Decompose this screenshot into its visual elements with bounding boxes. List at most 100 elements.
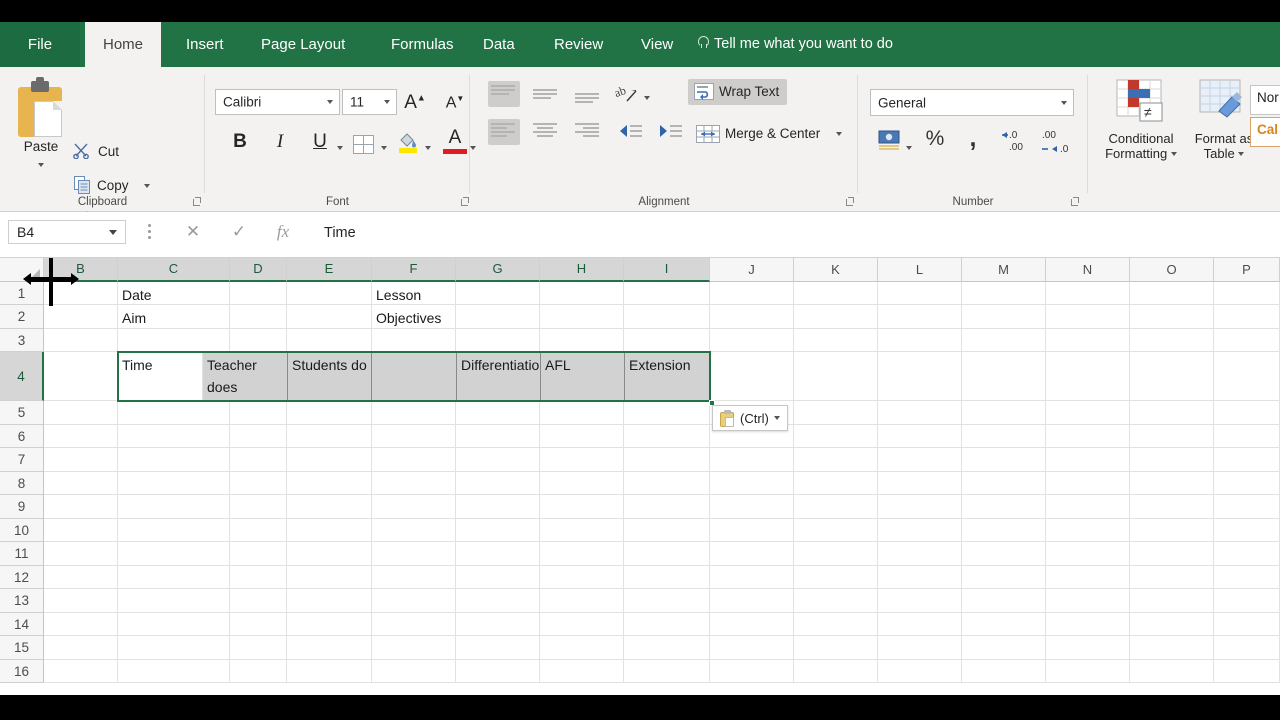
row-header-16[interactable]: 16 bbox=[0, 660, 44, 683]
grid-cell[interactable] bbox=[624, 472, 710, 495]
tell-me-search[interactable]: Tell me what you want to do bbox=[697, 22, 893, 67]
grid-cell[interactable] bbox=[624, 589, 710, 613]
align-left-button[interactable] bbox=[488, 119, 520, 145]
grid-cell[interactable] bbox=[287, 566, 372, 589]
font-color-icon[interactable]: A bbox=[443, 127, 467, 149]
grid-cell[interactable] bbox=[962, 305, 1046, 329]
grid-cell[interactable] bbox=[540, 542, 624, 566]
underline-button[interactable]: U bbox=[309, 131, 331, 153]
grid-cell[interactable] bbox=[456, 566, 540, 589]
grid-cell[interactable] bbox=[710, 660, 794, 683]
grid-cell[interactable] bbox=[878, 329, 962, 352]
grid-cell[interactable] bbox=[794, 472, 878, 495]
grid-cell[interactable] bbox=[287, 472, 372, 495]
grid-cell[interactable] bbox=[1214, 495, 1280, 519]
percent-style-button[interactable]: % bbox=[922, 127, 948, 151]
grid-cell[interactable] bbox=[1046, 425, 1130, 448]
cell-F1[interactable]: Lesson bbox=[372, 282, 456, 305]
grid-cell[interactable] bbox=[1046, 660, 1130, 683]
tab-data[interactable]: Data bbox=[467, 22, 531, 67]
clipboard-dialog-launcher[interactable] bbox=[192, 197, 202, 207]
grid-cell[interactable] bbox=[230, 542, 287, 566]
grid-cell[interactable] bbox=[624, 660, 710, 683]
grid-cell[interactable] bbox=[118, 519, 230, 542]
row-header-13[interactable]: 13 bbox=[0, 589, 44, 613]
tab-file[interactable]: File bbox=[0, 22, 80, 67]
column-header-i[interactable]: I bbox=[624, 258, 710, 282]
number-dialog-launcher[interactable] bbox=[1070, 197, 1080, 207]
grid-cell[interactable] bbox=[287, 401, 372, 425]
grid-cell[interactable] bbox=[1214, 660, 1280, 683]
grid-cell[interactable] bbox=[118, 401, 230, 425]
row-header-11[interactable]: 11 bbox=[0, 542, 44, 566]
grid-cell[interactable] bbox=[794, 660, 878, 683]
grid-cell[interactable] bbox=[710, 448, 794, 472]
grid-cell[interactable] bbox=[962, 472, 1046, 495]
grid-cell[interactable] bbox=[230, 425, 287, 448]
increase-font-size-button[interactable]: A▲ bbox=[403, 92, 427, 114]
grid-cell[interactable] bbox=[372, 613, 456, 636]
row-header-4[interactable]: 4 bbox=[0, 352, 44, 401]
grid-cell[interactable] bbox=[456, 448, 540, 472]
grid-cell[interactable] bbox=[372, 329, 456, 352]
grid-cell[interactable] bbox=[624, 519, 710, 542]
grid-cell[interactable] bbox=[456, 495, 540, 519]
font-size-combo[interactable]: 11 bbox=[342, 89, 397, 115]
font-family-combo[interactable]: Calibri bbox=[215, 89, 340, 115]
grid-cell[interactable] bbox=[794, 329, 878, 352]
copy-dropdown-caret[interactable] bbox=[144, 178, 150, 193]
grid-cell[interactable] bbox=[372, 401, 456, 425]
grid-cell[interactable] bbox=[540, 495, 624, 519]
grid-cell[interactable] bbox=[624, 495, 710, 519]
grid-cell[interactable] bbox=[372, 566, 456, 589]
grid-cell[interactable] bbox=[456, 519, 540, 542]
worksheet-grid[interactable]: BCDEFGHIJKLMNOP 12345678910111213141516 … bbox=[0, 258, 1280, 695]
column-header-h[interactable]: H bbox=[540, 258, 624, 282]
row-header-9[interactable]: 9 bbox=[0, 495, 44, 519]
font-color-dropdown-caret[interactable] bbox=[470, 139, 484, 157]
grid-cell[interactable] bbox=[1130, 660, 1214, 683]
row-header-10[interactable]: 10 bbox=[0, 519, 44, 542]
grid-cell[interactable] bbox=[44, 566, 118, 589]
grid-cell[interactable] bbox=[44, 519, 118, 542]
grid-cell[interactable] bbox=[1130, 401, 1214, 425]
alignment-dialog-launcher[interactable] bbox=[845, 197, 855, 207]
grid-cell[interactable] bbox=[540, 425, 624, 448]
grid-cell[interactable] bbox=[710, 329, 794, 352]
column-header-o[interactable]: O bbox=[1130, 258, 1214, 282]
fill-color-icon[interactable] bbox=[397, 131, 419, 155]
grid-cell[interactable] bbox=[230, 566, 287, 589]
row-header-8[interactable]: 8 bbox=[0, 472, 44, 495]
row-header-1[interactable]: 1 bbox=[0, 282, 44, 305]
grid-cell[interactable] bbox=[287, 542, 372, 566]
grid-cell[interactable] bbox=[1046, 636, 1130, 660]
grid-cell[interactable] bbox=[456, 329, 540, 352]
grid-cell[interactable] bbox=[230, 636, 287, 660]
grid-cell[interactable] bbox=[962, 660, 1046, 683]
grid-cell[interactable] bbox=[44, 305, 118, 329]
grid-cell[interactable] bbox=[962, 636, 1046, 660]
grid-cell[interactable] bbox=[540, 329, 624, 352]
grid-cell[interactable] bbox=[878, 636, 962, 660]
paste-options-button[interactable]: (Ctrl) bbox=[712, 405, 788, 431]
grid-cell[interactable] bbox=[1214, 542, 1280, 566]
grid-cell[interactable] bbox=[624, 329, 710, 352]
paste-button[interactable]: Paste bbox=[10, 77, 72, 195]
column-header-k[interactable]: K bbox=[794, 258, 878, 282]
grid-cell[interactable] bbox=[1214, 566, 1280, 589]
grid-cell[interactable] bbox=[878, 425, 962, 448]
formula-bar-grip[interactable] bbox=[148, 224, 151, 240]
wrap-text-button[interactable]: Wrap Text bbox=[688, 79, 787, 105]
grid-cell[interactable] bbox=[118, 448, 230, 472]
column-header-n[interactable]: N bbox=[1046, 258, 1130, 282]
grid-cell[interactable] bbox=[1046, 542, 1130, 566]
grid-cell[interactable] bbox=[44, 282, 118, 305]
grid-cell[interactable] bbox=[1214, 448, 1280, 472]
grid-cell[interactable] bbox=[710, 305, 794, 329]
tab-home[interactable]: Home bbox=[85, 22, 161, 67]
confirm-entry-button[interactable]: ✓ bbox=[216, 218, 262, 246]
grid-cell[interactable] bbox=[372, 589, 456, 613]
grid-cell[interactable] bbox=[230, 519, 287, 542]
grid-cell[interactable] bbox=[230, 305, 287, 329]
grid-cell[interactable] bbox=[878, 448, 962, 472]
